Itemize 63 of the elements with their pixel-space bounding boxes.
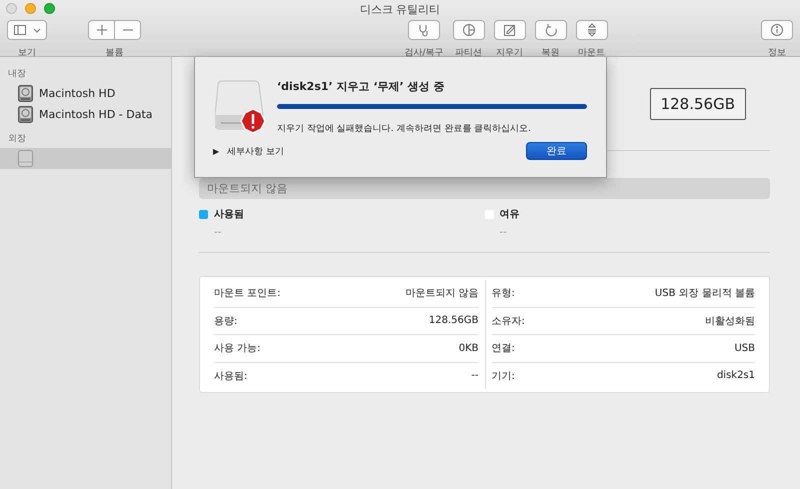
capacity-label: 128.56GB (650, 88, 746, 120)
sidebar-item[interactable]: Macintosh HD (0, 83, 171, 104)
add-volume-button[interactable] (88, 20, 115, 40)
done-button[interactable]: 완료 (526, 142, 587, 160)
info-value: -- (471, 370, 478, 382)
minus-icon (122, 29, 132, 31)
external-drive-icon (18, 150, 33, 167)
partition-button[interactable] (452, 20, 485, 40)
view-button[interactable] (7, 20, 47, 40)
info-value: disk2s1 (716, 370, 755, 382)
pie-icon (462, 23, 476, 37)
sidebar-icon (13, 23, 27, 37)
info-label: 유형: (492, 287, 515, 300)
info-label: 기기: (492, 370, 515, 383)
firstaid-button[interactable] (408, 20, 440, 40)
volume-name: Macintosh HD (39, 87, 116, 100)
info-label: 소유자: (492, 314, 525, 328)
restore-icon (544, 23, 558, 37)
toolbar-label: 보기 (18, 47, 36, 59)
info-value: 0KB (458, 342, 478, 354)
legend-label: 사용됨 (214, 208, 244, 221)
section-title: 외장 (8, 134, 26, 144)
erase-button[interactable] (494, 20, 526, 40)
hard-drive-icon (18, 85, 33, 102)
window-title: 디스크 유틸리티 (360, 3, 440, 16)
dialog-title: ‘disk2s1’ 지우고 ‘무제’ 생성 중 (277, 79, 446, 94)
mount-button[interactable] (576, 20, 608, 40)
legend-value: -- (498, 227, 508, 238)
info-value: 마운트되지 않음 (405, 287, 478, 300)
hard-drive-icon (18, 106, 33, 123)
toolbar-label: 파티션 (455, 47, 482, 59)
info-label: 마운트 포인트: (214, 287, 281, 300)
info-button[interactable] (761, 20, 794, 40)
disclosure-triangle[interactable]: ▶ (213, 146, 220, 156)
remove-volume-button[interactable] (115, 20, 141, 40)
chevron-down-icon (33, 26, 41, 34)
toolbar-label: 지우기 (496, 47, 524, 59)
info-value: 비활성화됨 (705, 314, 755, 328)
restore-button[interactable] (534, 20, 567, 40)
info-value: USB 외장 물리적 볼륨 (654, 287, 755, 300)
zoom-icon[interactable] (44, 3, 55, 14)
sidebar-item[interactable]: Macintosh HD - Data (0, 104, 171, 125)
usage-bar-label: 마운트되지 않음 (207, 181, 288, 196)
info-icon (770, 23, 784, 37)
info-label: 사용 가능: (214, 342, 261, 356)
legend-value: -- (213, 227, 222, 238)
volume-name: Macintosh HD - Data (39, 108, 153, 121)
info-label: 사용됨: (214, 370, 248, 383)
info-value: 128.56GB (428, 315, 478, 326)
dialog-message: 지우기 작업에 실패했습니다. 계속하려면 완료를 클릭하십시오. (277, 123, 532, 135)
show-details-link[interactable]: 세부사항 보기 (227, 144, 284, 158)
legend-label: 여유 (500, 208, 520, 221)
toolbar-label: 복원 (542, 47, 560, 59)
toolbar-label: 마운트 (578, 47, 606, 59)
section-title: 내장 (8, 69, 26, 79)
toolbar-label: 검사/복구 (404, 47, 444, 59)
toolbar-label: 볼륨 (106, 47, 124, 59)
plus-icon (94, 23, 108, 37)
info-label: 연결: (492, 342, 515, 356)
info-value: USB (734, 342, 755, 354)
toolbar-label: 정보 (768, 47, 786, 59)
info-label: 용량: (214, 314, 238, 328)
eraser-icon (502, 23, 517, 37)
